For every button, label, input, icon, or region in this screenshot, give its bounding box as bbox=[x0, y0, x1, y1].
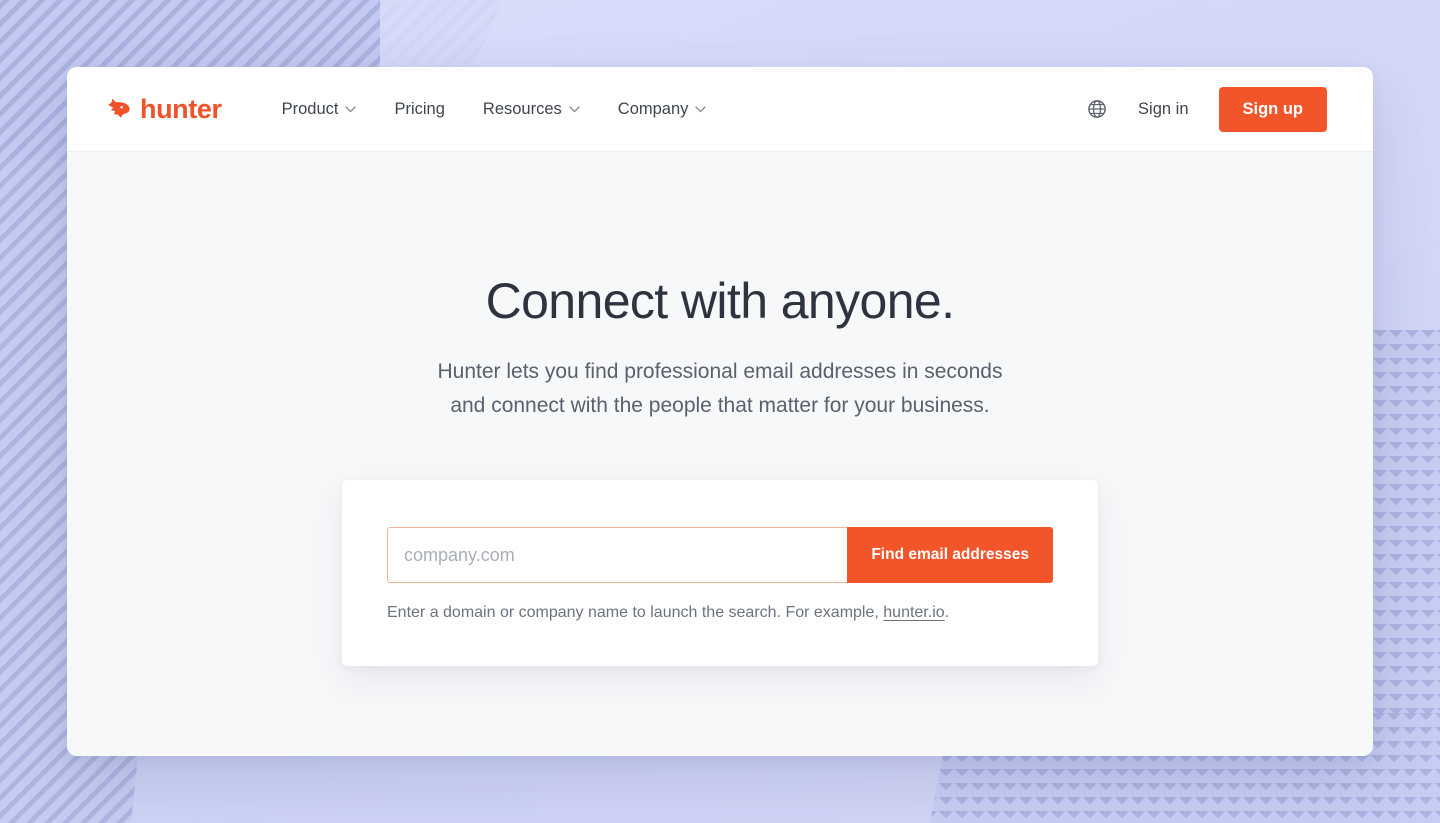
hero-subtitle-line-2: and connect with the people that matter … bbox=[450, 394, 990, 418]
brand-logo-link[interactable]: hunter bbox=[105, 93, 222, 124]
app-window: hunter Product Pricing Resources Company… bbox=[67, 67, 1373, 756]
page-backdrop: hunter Product Pricing Resources Company… bbox=[0, 0, 1440, 823]
hint-suffix-text: . bbox=[944, 604, 950, 622]
hint-prefix-text: Enter a domain or company name to launch… bbox=[387, 604, 884, 622]
fox-head-icon bbox=[108, 98, 130, 118]
domain-search-card: Find email addresses Enter a domain or c… bbox=[342, 480, 1098, 667]
domain-search-row: Find email addresses bbox=[387, 527, 1053, 584]
nav-item-resources[interactable]: Resources bbox=[483, 100, 580, 119]
chevron-down-icon bbox=[569, 105, 580, 113]
page-title: Connect with anyone. bbox=[485, 273, 955, 329]
brand-name: hunter bbox=[140, 93, 222, 124]
chevron-down-icon bbox=[345, 105, 357, 113]
find-email-addresses-button[interactable]: Find email addresses bbox=[847, 527, 1053, 584]
domain-search-hint: Enter a domain or company name to launch… bbox=[387, 602, 1053, 624]
globe-icon bbox=[1088, 100, 1106, 118]
hunter-io-example-link[interactable]: hunter.io bbox=[883, 604, 944, 621]
nav-item-product[interactable]: Product bbox=[282, 100, 357, 119]
site-header: hunter Product Pricing Resources Company… bbox=[67, 67, 1373, 152]
hero-subtitle-line-1: Hunter lets you find professional email … bbox=[437, 360, 1003, 383]
nav-item-label: Product bbox=[281, 99, 339, 118]
header-actions: Sign in Sign up bbox=[1086, 86, 1327, 132]
nav-item-company[interactable]: Company bbox=[618, 100, 707, 119]
language-selector-button[interactable] bbox=[1086, 98, 1108, 120]
chevron-down-icon bbox=[695, 105, 707, 113]
main-nav: Product Pricing Resources Company bbox=[282, 100, 707, 119]
hero-subtitle: Hunter lets you find professional email … bbox=[438, 355, 1003, 423]
nav-item-pricing[interactable]: Pricing bbox=[394, 100, 444, 119]
sign-in-link[interactable]: Sign in bbox=[1138, 100, 1188, 119]
domain-search-input[interactable] bbox=[387, 527, 848, 584]
hero-section: Connect with anyone. Hunter lets you fin… bbox=[67, 152, 1373, 756]
nav-item-label: Company bbox=[617, 99, 689, 118]
sign-up-button[interactable]: Sign up bbox=[1218, 86, 1327, 132]
nav-item-label: Resources bbox=[482, 99, 562, 118]
nav-item-label: Pricing bbox=[394, 99, 445, 118]
